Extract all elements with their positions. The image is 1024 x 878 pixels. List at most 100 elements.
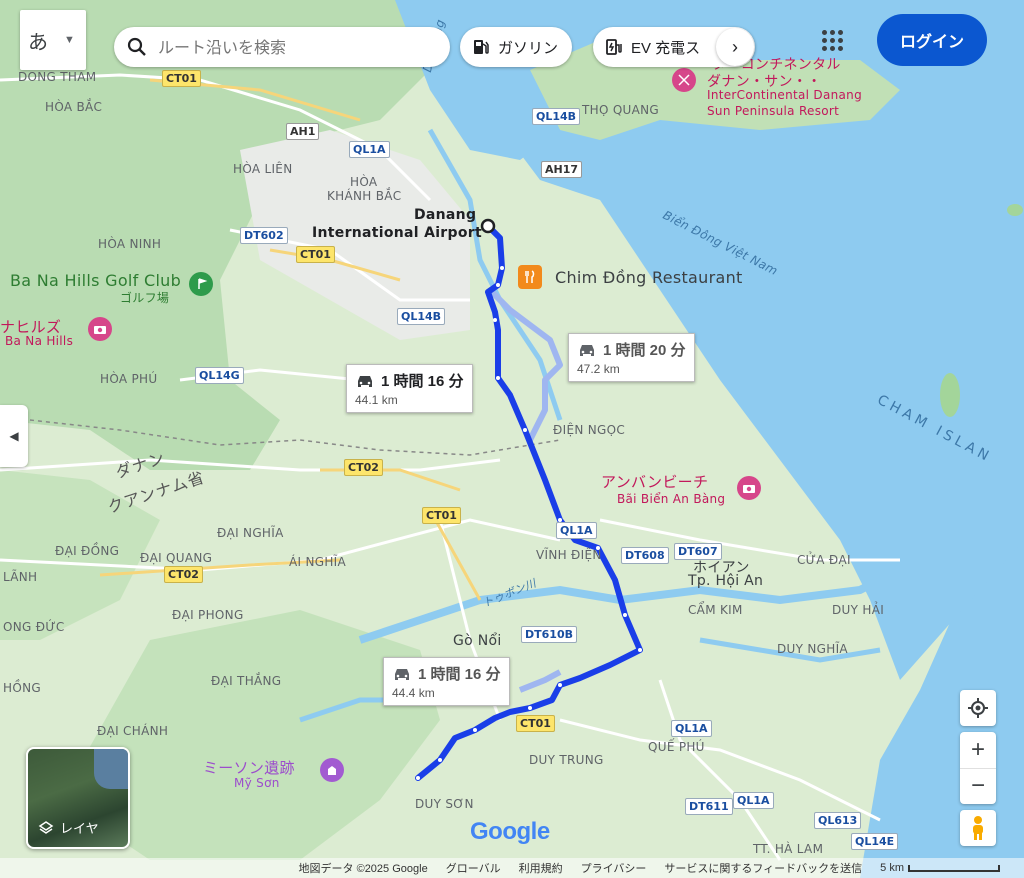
chevron-down-icon: ▼ xyxy=(64,34,75,46)
golf-icon[interactable] xyxy=(189,272,213,296)
shield-dt608: DT608 xyxy=(621,547,669,564)
label-dai-dong: ĐẠI ĐỒNG xyxy=(55,544,120,558)
shield-ct01-3: CT01 xyxy=(422,507,461,524)
scale-line xyxy=(908,864,1000,872)
beach-jp-label[interactable]: アンバンビーチ xyxy=(601,471,708,492)
label-ai-nghia: ÁI NGHĨA xyxy=(289,555,347,569)
google-logo: Google xyxy=(470,818,550,845)
label-dai-chanh: ĐẠI CHÁNH xyxy=(97,724,169,738)
label-hoi-an: Tp. Hội An xyxy=(688,573,764,589)
label-dai-quang: ĐẠI QUANG xyxy=(140,551,213,565)
shield-ql1a-north: QL1A xyxy=(349,141,390,158)
label-hoa-ninh: HÒA NINH xyxy=(98,237,162,251)
label-khanh-bac: KHÁNH BẮC xyxy=(327,189,402,203)
global-link[interactable]: グローバル xyxy=(446,860,501,876)
input-method-label: あ xyxy=(28,31,48,54)
route-callout-primary[interactable]: 1 時間 16 分 44.1 km xyxy=(346,364,473,413)
route-alt2-time: 1 時間 16 分 xyxy=(418,666,501,683)
chip-ev-label: EV 充電ス xyxy=(631,39,701,57)
route-alt1-distance: 47.2 km xyxy=(577,362,620,376)
hotel-icon[interactable] xyxy=(672,68,696,92)
shield-ct01-4: CT01 xyxy=(516,715,555,732)
my-location-icon xyxy=(968,698,988,718)
chevron-right-icon[interactable]: › xyxy=(716,28,754,66)
route-callout-alt2[interactable]: 1 時間 16 分 44.4 km xyxy=(383,657,510,706)
origin-label-line2[interactable]: International Airport xyxy=(312,225,482,241)
route-alt2-distance: 44.4 km xyxy=(392,686,435,700)
label-dai-nghia: ĐẠI NGHĨA xyxy=(217,526,284,540)
label-duy-nghia: DUY NGHĨA xyxy=(777,642,848,656)
camera-icon-beach[interactable] xyxy=(737,476,761,500)
feedback-link[interactable]: サービスに関するフィードバックを送信 xyxy=(664,860,862,876)
shield-dt607: DT607 xyxy=(674,543,722,560)
car-icon xyxy=(358,375,372,387)
layers-icon xyxy=(38,820,54,834)
my-location-button[interactable] xyxy=(960,690,996,726)
golf-club-sub: ゴルフ場 xyxy=(120,291,170,305)
resort-en-line1: InterContinental Danang xyxy=(707,88,863,102)
login-button[interactable]: ログイン xyxy=(877,14,987,66)
label-dai-thang: ĐẠI THẮNG xyxy=(211,674,282,688)
label-vinh-dien: VĨNH ĐIỆN xyxy=(536,548,602,562)
route-alt1-time: 1 時間 20 分 xyxy=(603,342,686,359)
map-data-attribution: 地図データ ©2025 Google xyxy=(298,863,428,875)
label-duy-hai: DUY HẢI xyxy=(832,603,885,617)
apps-grid-icon[interactable] xyxy=(822,30,844,52)
label-ong-duc: ONG ĐỨC xyxy=(3,620,65,634)
shield-ql1a-s2: QL1A xyxy=(733,792,774,809)
chip-gas-label: ガソリン xyxy=(498,39,559,57)
pegman-button[interactable] xyxy=(960,810,996,846)
resort-en-line2: Sun Peninsula Resort xyxy=(707,104,840,118)
shield-ql1a-south: QL1A xyxy=(671,720,712,737)
terms-link[interactable]: 利用規約 xyxy=(519,860,563,876)
origin-label-line1[interactable]: Danang xyxy=(414,207,476,223)
gas-station-icon xyxy=(474,40,489,54)
label-cam-kim: CẨM KIM xyxy=(688,603,743,617)
layers-button[interactable]: レイヤ xyxy=(26,747,130,849)
label-hoa-phu: HÒA PHÚ xyxy=(100,372,158,386)
shield-ct02: CT02 xyxy=(344,459,383,476)
zoom-controls: + − xyxy=(960,732,996,804)
label-dien-ngoc: ĐIỆN NGỌC xyxy=(553,423,626,437)
scale-bar[interactable]: 5 km xyxy=(880,862,1000,874)
privacy-link[interactable]: プライバシー xyxy=(581,860,647,876)
ev-charger-icon xyxy=(606,39,622,55)
search-input[interactable] xyxy=(156,36,430,58)
search-box[interactable] xyxy=(114,27,450,67)
landmark-icon[interactable] xyxy=(320,758,344,782)
chip-gas[interactable]: ガソリン xyxy=(460,27,573,67)
beach-en-label: Bãi Biển An Bàng xyxy=(617,492,726,506)
shield-ct01-2: CT01 xyxy=(296,246,335,263)
shield-ql14b-north: QL14B xyxy=(532,108,581,125)
golf-club-label[interactable]: Ba Na Hills Golf Club xyxy=(10,271,181,290)
label-go-noi: Gò Nổi xyxy=(453,633,502,649)
restaurant-icon[interactable] xyxy=(518,265,542,289)
shield-ql1a-mid: QL1A xyxy=(556,522,597,539)
route-callout-alt1[interactable]: 1 時間 20 分 47.2 km xyxy=(568,333,695,382)
scale-label: 5 km xyxy=(880,862,904,874)
label-hoa: HÒA xyxy=(350,175,378,189)
label-que-phu: QUẾ PHÚ xyxy=(648,740,705,754)
label-duy-trung: DUY TRUNG xyxy=(529,753,604,767)
shield-ah17: AH17 xyxy=(541,161,583,178)
map-canvas[interactable] xyxy=(0,0,1024,878)
shield-dt610b: DT610B xyxy=(521,626,577,643)
input-method-toggle[interactable]: あ ▼ xyxy=(20,10,86,70)
label-hong: HỒNG xyxy=(3,681,41,695)
side-panel-toggle[interactable]: ◀ xyxy=(0,405,28,467)
shield-dt602: DT602 xyxy=(240,227,288,244)
label-hoa-bac: HÒA BẮC xyxy=(45,100,103,114)
zoom-out-button[interactable]: − xyxy=(960,769,996,805)
label-dong-tham: DONG THAM xyxy=(18,70,97,84)
search-icon xyxy=(127,37,146,56)
label-dai-phong: ĐẠI PHONG xyxy=(172,608,244,622)
label-tho-quang: THỌ QUANG xyxy=(582,103,660,117)
chip-ev[interactable]: EV 充電ス › xyxy=(593,27,755,67)
car-icon xyxy=(580,344,594,356)
zoom-in-button[interactable]: + xyxy=(960,732,996,769)
pegman-icon xyxy=(973,816,983,840)
restaurant-label[interactable]: Chim Đồng Restaurant xyxy=(555,268,743,287)
camera-icon[interactable] xyxy=(88,317,112,341)
myson-jp-label[interactable]: ミーソン遺跡 xyxy=(203,757,295,778)
shield-ct02-2: CT02 xyxy=(164,566,203,583)
